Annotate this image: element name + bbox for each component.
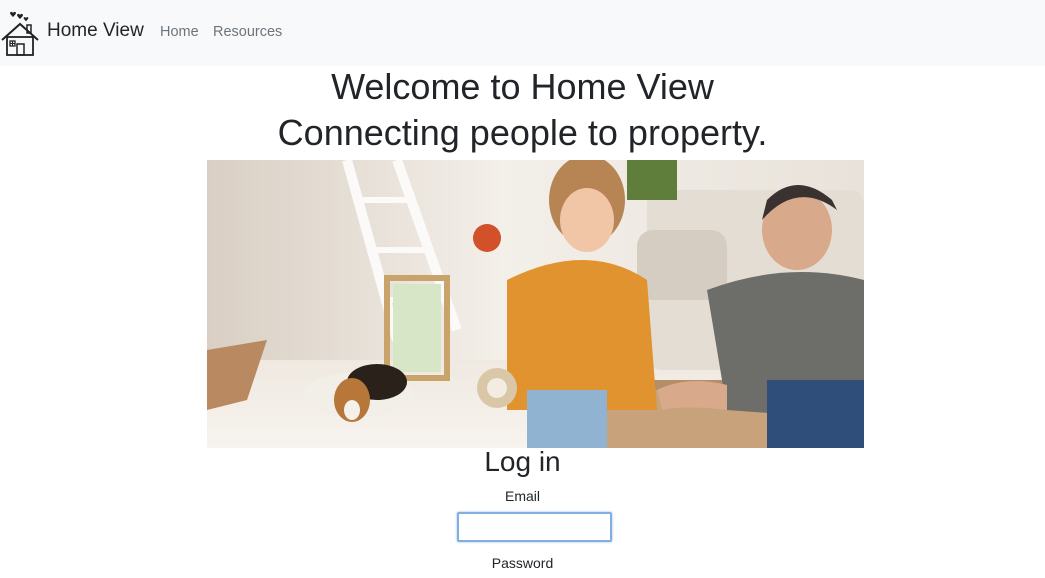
navbar: Home View Home Resources: [0, 0, 1045, 66]
page-subtitle: Connecting people to property.: [277, 112, 768, 153]
hero-image: [207, 160, 864, 448]
page-title: Welcome to Home View: [331, 66, 714, 107]
brand-name[interactable]: Home View: [47, 20, 144, 42]
nav-link-resources[interactable]: Resources: [213, 24, 282, 40]
house-hearts-icon[interactable]: [0, 10, 40, 58]
password-label: Password: [491, 555, 554, 571]
nav-link-home[interactable]: Home: [160, 24, 199, 40]
login-title: Log in: [484, 446, 561, 477]
email-label: Email: [504, 488, 540, 504]
email-field[interactable]: [457, 512, 612, 542]
